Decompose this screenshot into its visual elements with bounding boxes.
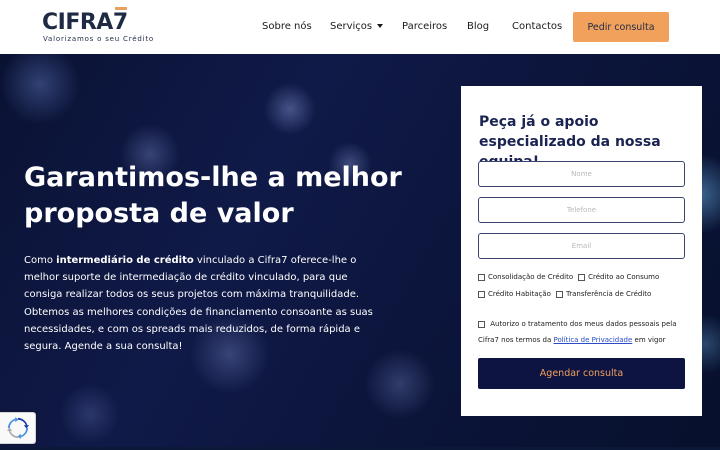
logo-wordmark: CIFRA7	[42, 10, 128, 35]
checkbox-consent[interactable]	[478, 320, 485, 328]
nav-parceiros[interactable]: Parceiros	[402, 21, 447, 32]
site-header: CIFRA7 Valorizamos o seu Crédito Sobre n…	[0, 0, 720, 54]
option-credito-habitacao-label: Crédito Habitação	[488, 290, 551, 298]
checkbox-consolidacao[interactable]	[478, 273, 485, 281]
agendar-consulta-button[interactable]: Agendar consulta	[478, 358, 685, 389]
nav-contactos[interactable]: Contactos	[512, 21, 562, 32]
phone-field[interactable]	[478, 197, 685, 223]
recaptcha-badge[interactable]	[0, 412, 36, 444]
option-credito-consumo-label: Crédito ao Consumo	[588, 273, 660, 281]
nav-servicos[interactable]: Serviços	[330, 21, 384, 32]
pedir-consulta-button[interactable]: Pedir consulta	[573, 12, 669, 42]
email-field[interactable]	[478, 233, 685, 259]
consent-text-end: em vigor	[632, 336, 666, 344]
checkbox-transferencia[interactable]	[555, 290, 563, 298]
option-transferencia-label: Transferência de Crédito	[565, 290, 652, 298]
checkbox-credito-habitacao[interactable]	[478, 290, 485, 298]
hero-headline: Garantimos-lhe a melhor proposta de valo…	[24, 162, 402, 229]
logo-tagline: Valorizamos o seu Crédito	[43, 35, 154, 43]
privacy-policy-link[interactable]: Política de Privacidade	[553, 336, 632, 344]
options-row-1: Consolidação de Crédito Crédito ao Consu…	[478, 273, 664, 281]
name-field[interactable]	[478, 161, 685, 187]
checkbox-credito-consumo[interactable]	[578, 273, 586, 281]
nav-blog[interactable]: Blog	[467, 21, 489, 32]
cifra7-logo[interactable]: CIFRA7 Valorizamos o seu Crédito	[42, 10, 153, 44]
chevron-down-icon	[377, 24, 384, 28]
consultation-form: Peça já o apoio especializado da nossa e…	[461, 86, 702, 416]
option-consolidacao-label: Consolidação de Crédito	[488, 273, 574, 281]
options-row-2: Crédito Habitação Transferência de Crédi…	[478, 290, 656, 298]
hero-description: Como intermediário de crédito vinculado …	[24, 255, 373, 353]
privacy-consent: Autorizo o tratamento dos meus dados pes…	[478, 316, 693, 348]
recaptcha-icon	[6, 417, 29, 439]
nav-servicos-label: Serviços	[330, 21, 373, 32]
logo-seven: 7	[112, 10, 128, 35]
hero-description-bold: intermediário de crédito	[56, 255, 194, 266]
nav-sobre-nos[interactable]: Sobre nós	[262, 21, 312, 32]
